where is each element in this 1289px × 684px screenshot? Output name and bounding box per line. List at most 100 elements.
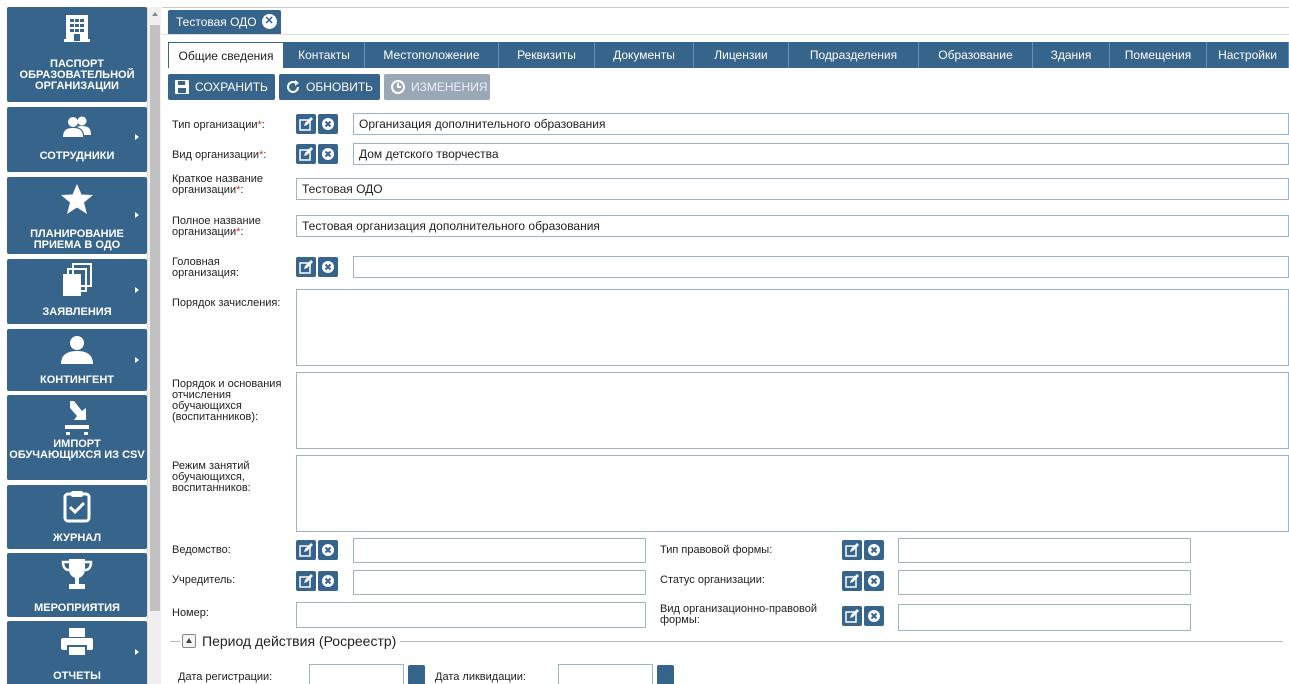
close-circle-icon bbox=[322, 261, 334, 273]
clear-button[interactable] bbox=[318, 540, 338, 560]
chevron-right-icon bbox=[135, 649, 139, 655]
tab-requisites[interactable]: Реквизиты bbox=[499, 42, 595, 68]
sidebar: Паспорт образовательной организации Сотр… bbox=[7, 7, 147, 684]
org-status-label: Статус организации: bbox=[660, 574, 765, 586]
liq-date-field[interactable] bbox=[558, 664, 653, 684]
edit-icon bbox=[299, 260, 313, 274]
reg-date-field[interactable] bbox=[309, 664, 404, 684]
sidebar-item-applications[interactable]: Заявления bbox=[7, 259, 147, 324]
clear-button[interactable] bbox=[318, 114, 338, 134]
tab-education[interactable]: Образование bbox=[919, 42, 1033, 68]
enroll-order-textarea[interactable] bbox=[296, 289, 1289, 366]
collapse-toggle-icon[interactable] bbox=[182, 634, 196, 648]
star-icon bbox=[7, 183, 147, 215]
clear-button[interactable] bbox=[318, 257, 338, 277]
sidebar-item-passport[interactable]: Паспорт образовательной организации bbox=[7, 7, 147, 102]
scrollbar-thumb[interactable] bbox=[150, 25, 160, 611]
opf-field[interactable] bbox=[898, 604, 1191, 631]
printer-icon bbox=[7, 627, 147, 657]
sidebar-item-journal[interactable]: Журнал bbox=[7, 485, 147, 549]
edit-button[interactable] bbox=[296, 540, 316, 560]
full-name-field[interactable]: Тестовая организация дополнительного обр… bbox=[296, 215, 1289, 237]
tab-general[interactable]: Общие сведения bbox=[168, 42, 284, 68]
scroll-up-icon[interactable] bbox=[152, 12, 158, 16]
founder-field[interactable] bbox=[353, 570, 646, 595]
org-status-field[interactable] bbox=[898, 570, 1191, 595]
expel-order-label: Порядок и основания отчисления обучающихся… bbox=[172, 378, 282, 423]
short-name-label: Краткое название организации*: bbox=[172, 173, 263, 196]
sidebar-item-employees[interactable]: Сотрудники bbox=[7, 107, 147, 172]
org-kind-field[interactable]: Дом детского творчества bbox=[353, 143, 1289, 165]
tab-licenses[interactable]: Лицензии bbox=[694, 42, 789, 68]
tab-documents[interactable]: Документы bbox=[595, 42, 694, 68]
edit-button[interactable] bbox=[296, 114, 316, 134]
department-field[interactable] bbox=[353, 538, 646, 563]
period-fieldset: Период действия (Росреестр) Дата регистр… bbox=[170, 633, 1283, 684]
sidebar-item-label: Контингент bbox=[39, 374, 115, 386]
clear-button[interactable] bbox=[864, 606, 884, 626]
enroll-order-label: Порядок зачисления: bbox=[172, 297, 281, 309]
close-circle-icon bbox=[868, 610, 880, 622]
building-icon bbox=[7, 13, 147, 43]
number-field[interactable] bbox=[296, 602, 646, 628]
edit-button[interactable] bbox=[296, 257, 316, 277]
tab-rooms[interactable]: Помещения bbox=[1110, 42, 1207, 68]
schedule-textarea[interactable] bbox=[296, 455, 1289, 532]
sidebar-item-import[interactable]: Импорт обучающихся из CSV bbox=[7, 395, 147, 480]
calendar-icon[interactable] bbox=[657, 665, 674, 684]
sidebar-item-label: Отчеты bbox=[53, 670, 101, 682]
close-icon[interactable]: ✕ bbox=[261, 14, 277, 29]
refresh-button[interactable]: ОБНОВИТЬ bbox=[279, 74, 380, 100]
sidebar-item-label: Заявления bbox=[42, 306, 112, 318]
close-circle-icon bbox=[322, 575, 334, 587]
clear-button[interactable] bbox=[318, 144, 338, 164]
save-button[interactable]: СОХРАНИТЬ bbox=[168, 74, 275, 100]
sidebar-item-planning[interactable]: Планирование приема в ОДО bbox=[7, 177, 147, 254]
sidebar-item-events[interactable]: Мероприятия bbox=[7, 553, 147, 617]
users-icon bbox=[7, 115, 147, 139]
sidebar-item-contingent[interactable]: Контингент bbox=[7, 329, 147, 391]
main-panel: Тестовая ОДО ✕ Общие сведения Контакты М… bbox=[162, 7, 1289, 684]
close-circle-icon bbox=[322, 148, 334, 160]
changes-button[interactable]: ИЗМЕНЕНИЯ bbox=[384, 74, 490, 100]
clear-button[interactable] bbox=[864, 540, 884, 560]
sidebar-item-label: Сотрудники bbox=[39, 150, 115, 162]
tab-buildings[interactable]: Здания bbox=[1033, 42, 1110, 68]
org-type-field[interactable]: Организация дополнительного образования bbox=[353, 113, 1289, 135]
short-name-field[interactable]: Тестовая ОДО bbox=[296, 178, 1289, 200]
head-org-field[interactable] bbox=[353, 256, 1289, 278]
sidebar-scrollbar[interactable] bbox=[147, 7, 161, 684]
document-tab[interactable]: Тестовая ОДО ✕ bbox=[168, 10, 281, 34]
edit-button[interactable] bbox=[296, 144, 316, 164]
edit-button[interactable] bbox=[842, 571, 862, 591]
expel-order-textarea[interactable] bbox=[296, 372, 1289, 449]
head-org-label: Головная организация: bbox=[172, 256, 239, 279]
changes-button-label: ИЗМЕНЕНИЯ bbox=[411, 80, 488, 94]
refresh-icon bbox=[287, 80, 299, 93]
legal-form-type-field[interactable] bbox=[898, 538, 1191, 563]
edit-button[interactable] bbox=[296, 571, 316, 591]
documents-icon bbox=[7, 263, 147, 297]
clear-button[interactable] bbox=[864, 571, 884, 591]
close-circle-icon bbox=[322, 544, 334, 556]
sidebar-item-label: Журнал bbox=[52, 532, 102, 544]
calendar-icon[interactable] bbox=[408, 665, 425, 684]
save-button-label: СОХРАНИТЬ bbox=[195, 80, 268, 94]
close-circle-icon bbox=[322, 118, 334, 130]
period-legend: Период действия (Росреестр) bbox=[180, 633, 401, 649]
sidebar-item-label: Мероприятия bbox=[34, 602, 120, 614]
edit-button[interactable] bbox=[842, 540, 862, 560]
chevron-right-icon bbox=[135, 357, 139, 363]
edit-button[interactable] bbox=[842, 606, 862, 626]
sidebar-item-reports[interactable]: Отчеты bbox=[7, 621, 147, 684]
tab-divisions[interactable]: Подразделения bbox=[789, 42, 919, 68]
tab-settings[interactable]: Настройки bbox=[1207, 42, 1289, 68]
edit-icon bbox=[845, 574, 859, 588]
journal-icon bbox=[7, 491, 147, 523]
tab-contacts[interactable]: Контакты bbox=[284, 42, 365, 68]
tab-location[interactable]: Местоположение bbox=[365, 42, 499, 68]
department-label: Ведомство: bbox=[172, 544, 231, 556]
close-circle-icon bbox=[868, 575, 880, 587]
clear-button[interactable] bbox=[318, 571, 338, 591]
chevron-right-icon bbox=[135, 287, 139, 293]
